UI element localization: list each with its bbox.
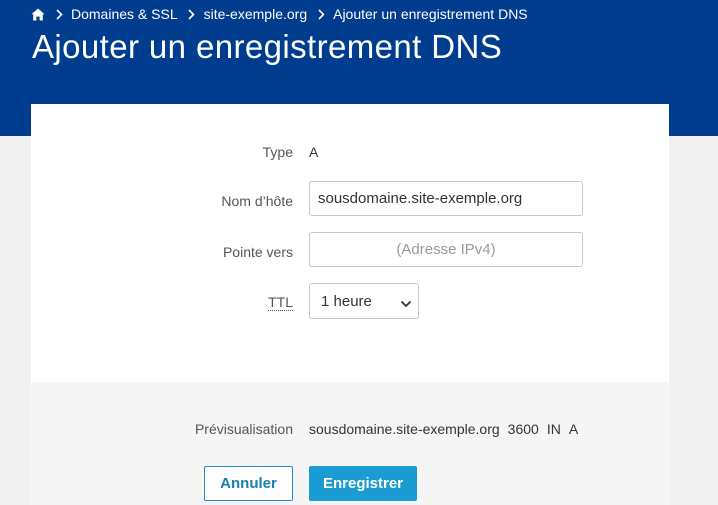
save-button[interactable]: Enregistrer: [309, 466, 417, 501]
page-title: Ajouter un enregistrement DNS: [32, 28, 503, 65]
home-icon[interactable]: [31, 7, 45, 21]
hostname-input[interactable]: [309, 181, 583, 216]
cancel-button[interactable]: Annuler: [204, 466, 293, 501]
ttl-label: TTL: [268, 294, 293, 311]
chevron-right-icon: [54, 7, 64, 21]
ttl-select[interactable]: 1 heure: [309, 283, 419, 319]
hostname-label: Nom d’hôte: [221, 193, 293, 209]
preview-class: IN: [546, 421, 561, 437]
ttl-selected-value: 1 heure: [321, 293, 372, 310]
breadcrumb: Domaines & SSL site-exemple.org Ajouter …: [31, 5, 528, 23]
chevron-right-icon: [316, 7, 326, 21]
points-to-input[interactable]: [309, 232, 583, 267]
preview-host: sousdomaine.site-exemple.org: [309, 421, 500, 437]
preview-label: Prévisualisation: [194, 421, 293, 437]
dns-record-form: Type A Nom d’hôte Pointe vers TTL 1 heur…: [31, 104, 669, 505]
preview-record: sousdomaine.site-exemple.org 3600 IN A: [309, 421, 586, 437]
preview-type: A: [568, 421, 579, 437]
points-to-label: Pointe vers: [222, 244, 293, 260]
chevron-down-icon: [400, 296, 412, 308]
type-label: Type: [262, 144, 293, 160]
breadcrumb-domains-link[interactable]: Domaines & SSL: [71, 6, 178, 22]
type-value: A: [309, 144, 319, 160]
breadcrumb-site-link[interactable]: site-exemple.org: [204, 6, 308, 22]
preview-ttl: 3600: [507, 421, 539, 437]
breadcrumb-current: Ajouter un enregistrement DNS: [333, 6, 528, 22]
chevron-right-icon: [187, 7, 197, 21]
